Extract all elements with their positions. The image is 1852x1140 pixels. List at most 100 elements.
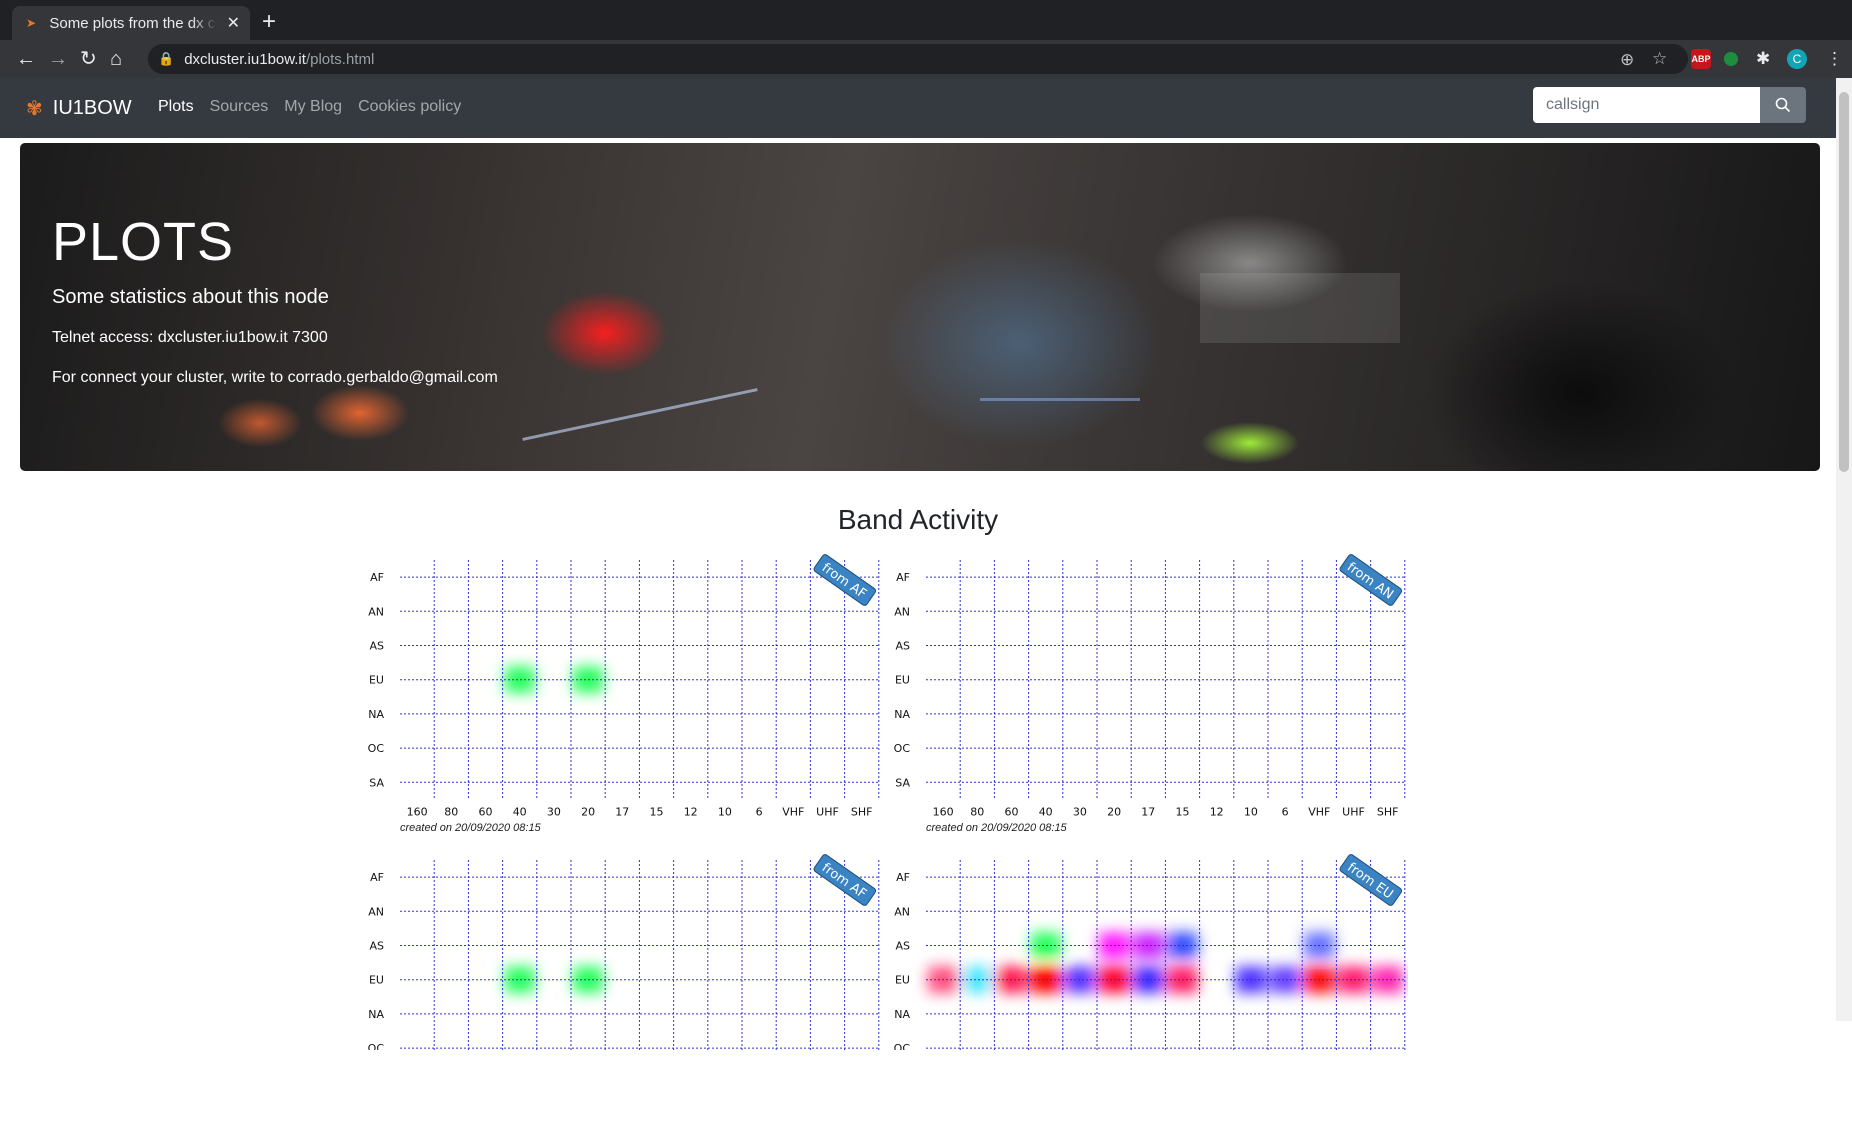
x-tick-label: UHF xyxy=(816,805,839,818)
x-tick-label: 80 xyxy=(444,805,458,818)
x-tick-label: 12 xyxy=(1210,805,1224,818)
y-tick-label: EU xyxy=(369,974,384,987)
x-tick-label: 17 xyxy=(615,805,629,818)
x-tick-label: 40 xyxy=(513,805,527,818)
y-tick-label: AN xyxy=(368,905,384,918)
x-tick-label: 17 xyxy=(1141,805,1155,818)
lock-icon: 🔒 xyxy=(158,51,175,66)
y-tick-label: EU xyxy=(369,674,384,687)
back-icon[interactable]: ← xyxy=(16,47,36,71)
y-tick-label: OC xyxy=(368,1042,385,1050)
radio-display-decoration xyxy=(980,398,1140,401)
browser-toolbar: ← → ↻ ⌂ 🔒 dxcluster.iu1bow.it/plots.html… xyxy=(0,40,1852,78)
x-tick-label: 160 xyxy=(407,805,428,818)
y-tick-label: OC xyxy=(894,742,911,755)
forward-icon[interactable]: → xyxy=(48,47,68,71)
y-tick-label: NA xyxy=(894,708,910,721)
y-tick-label: AS xyxy=(369,640,384,653)
y-tick-label: AN xyxy=(894,605,910,618)
x-tick-label: 20 xyxy=(1107,805,1121,818)
x-tick-label: 15 xyxy=(1176,805,1190,818)
search-icon xyxy=(1775,97,1791,113)
band-activity-plot-1: AF AN AS EU NA OC SA 160 80 60 40 30 20 17 15 12 10 6 VHF U… xyxy=(362,550,882,840)
x-tick-label: 30 xyxy=(1073,805,1087,818)
page-subtitle: Some statistics about this node xyxy=(52,286,329,308)
y-tick-label: NA xyxy=(894,1008,910,1021)
brand[interactable]: ✾ IU1BOW xyxy=(26,96,132,121)
profile-avatar[interactable]: C xyxy=(1787,49,1807,69)
x-tick-label: SHF xyxy=(1377,805,1399,818)
y-tick-label: AS xyxy=(369,940,384,953)
y-tick-label: SA xyxy=(369,776,384,789)
adblock-extension-icon[interactable]: ABP xyxy=(1691,49,1711,69)
green-extension-icon[interactable] xyxy=(1724,52,1738,66)
x-tick-label: VHF xyxy=(782,805,804,818)
band-activity-plot-3: AFANASEUNAOCSAfrom AF xyxy=(362,850,882,1140)
x-tick-label: 6 xyxy=(1282,805,1289,818)
x-tick-label: 10 xyxy=(718,805,732,818)
nav-link-plots[interactable]: Plots xyxy=(158,98,194,116)
home-icon[interactable]: ⌂ xyxy=(110,47,122,71)
y-tick-label: AF xyxy=(370,571,384,584)
x-tick-label: 40 xyxy=(1039,805,1053,818)
heatmap-from-af-2: AFANASEUNAOCSAfrom AF xyxy=(368,854,880,1050)
x-tick-label: VHF xyxy=(1308,805,1330,818)
x-tick-label: 10 xyxy=(1244,805,1258,818)
scrollbar-thumb[interactable] xyxy=(1839,92,1849,472)
x-tick-label: 15 xyxy=(650,805,664,818)
nav-links: Plots Sources My Blog Cookies policy xyxy=(158,98,477,116)
callsign-search-input[interactable]: callsign xyxy=(1533,87,1760,123)
y-tick-label: AN xyxy=(894,905,910,918)
antenna-logo-icon: ✾ xyxy=(26,98,43,120)
y-tick-label: AF xyxy=(370,871,384,884)
y-tick-label: OC xyxy=(368,742,385,755)
heatmap-from-eu: AFANASEUNAOCSAfrom EU xyxy=(894,854,1406,1050)
band-activity-plot-2: AF AN AS EU NA OC SA 160 80 60 40 30 20 17 15 12 10 6 VHF U… xyxy=(888,550,1408,840)
y-tick-label: EU xyxy=(895,674,910,687)
x-tick-label: 12 xyxy=(684,805,698,818)
search-button[interactable] xyxy=(1760,87,1806,123)
y-tick-label: AN xyxy=(368,605,384,618)
created-timestamp-2: created on 20/09/2020 08:15 xyxy=(926,822,1067,834)
address-bar[interactable]: 🔒 dxcluster.iu1bow.it/plots.html ⊕ ☆ xyxy=(148,44,1688,74)
y-tick-label: EU xyxy=(895,974,910,987)
created-timestamp-1: created on 20/09/2020 08:15 xyxy=(400,822,541,834)
new-tab-icon[interactable]: + xyxy=(262,8,276,36)
y-tick-label: AF xyxy=(896,871,910,884)
band-activity-plot-4: AFANASEUNAOCSAfrom EU xyxy=(888,850,1408,1140)
x-tick-label: 80 xyxy=(970,805,984,818)
x-tick-label: 20 xyxy=(581,805,595,818)
browser-tab[interactable]: ➤ Some plots from the dx cluster ✕ xyxy=(12,6,250,40)
browser-menu-icon[interactable]: ⋮ xyxy=(1826,49,1843,69)
tab-close-icon[interactable]: ✕ xyxy=(227,13,240,33)
x-tick-label: 60 xyxy=(479,805,493,818)
heatmap-from-an: AF AN AS EU NA OC SA 160 80 60 40 30 20 17 15 12 10 6 VHF U… xyxy=(894,554,1406,818)
reload-icon[interactable]: ↻ xyxy=(80,47,97,71)
page-title: PLOTS xyxy=(52,212,235,272)
install-icon[interactable]: ⊕ xyxy=(1620,50,1634,70)
y-tick-label: SA xyxy=(895,776,910,789)
tab-title: Some plots from the dx cluster xyxy=(49,14,216,32)
extensions-puzzle-icon[interactable]: ✱ xyxy=(1756,49,1770,69)
url-host: dxcluster.iu1bow.it xyxy=(184,50,306,68)
y-tick-label: AS xyxy=(895,940,910,953)
x-tick-label: 60 xyxy=(1005,805,1019,818)
y-tick-label: NA xyxy=(368,1008,384,1021)
y-tick-label: AF xyxy=(896,571,910,584)
radio-frequency-display xyxy=(1200,273,1400,343)
hero-banner: PLOTS Some statistics about this node Te… xyxy=(20,143,1820,471)
favicon-icon: ➤ xyxy=(26,16,37,30)
url-path: /plots.html xyxy=(305,50,375,68)
band-activity-title: Band Activity xyxy=(837,504,999,535)
connect-info: For connect your cluster, write to corra… xyxy=(52,369,498,386)
x-tick-label: UHF xyxy=(1342,805,1365,818)
x-tick-label: 6 xyxy=(756,805,763,818)
nav-link-my-blog[interactable]: My Blog xyxy=(284,98,342,116)
telnet-info: Telnet access: dxcluster.iu1bow.it 7300 xyxy=(52,329,328,346)
nav-link-cookies-policy[interactable]: Cookies policy xyxy=(358,98,461,116)
brand-name: IU1BOW xyxy=(52,97,132,119)
browser-tab-bar: ➤ Some plots from the dx cluster ✕ + xyxy=(0,0,1852,40)
nav-link-sources[interactable]: Sources xyxy=(210,98,269,116)
x-tick-label: SHF xyxy=(851,805,873,818)
bookmark-star-icon[interactable]: ☆ xyxy=(1652,49,1667,69)
